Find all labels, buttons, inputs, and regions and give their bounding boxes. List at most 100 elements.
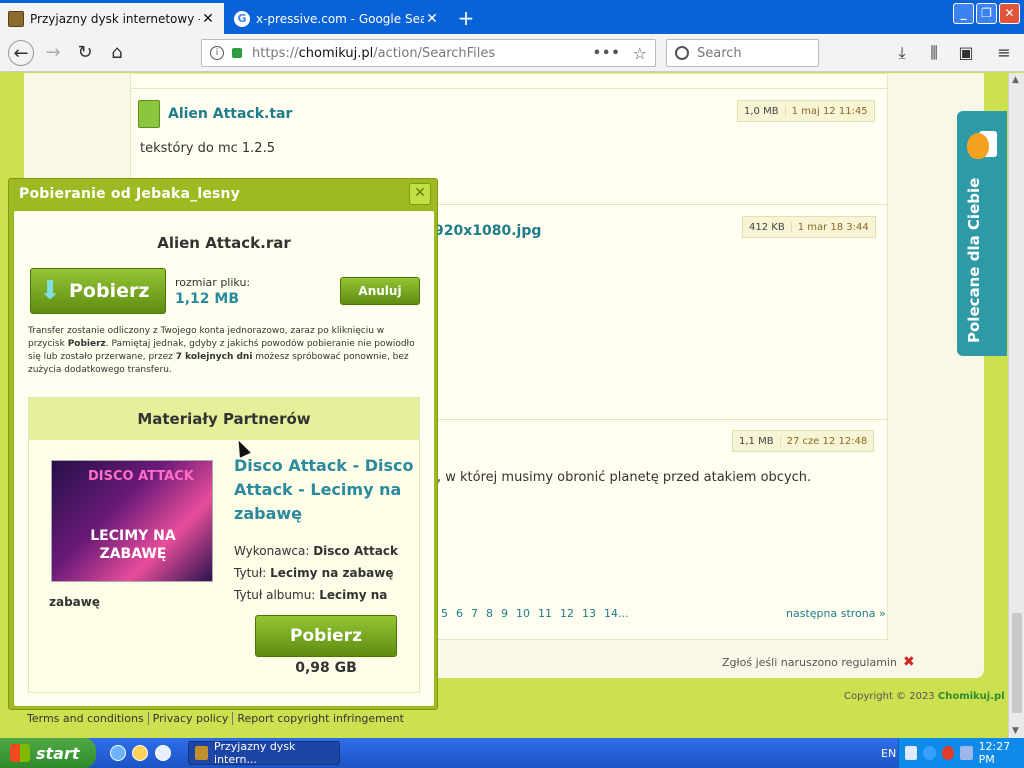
side-tab-label: Polecane dla Ciebie [965, 177, 983, 343]
downloads-icon[interactable]: ⤓ [889, 40, 915, 66]
close-window-button[interactable]: ✕ [999, 3, 1020, 24]
next-page-link[interactable]: następna strona » [786, 607, 886, 620]
song-album: Tytuł albumu: Lecimy na [234, 588, 387, 602]
page-link[interactable]: 9 [501, 607, 508, 620]
language-indicator[interactable]: EN [881, 747, 896, 760]
tray-expand-icon[interactable] [923, 746, 936, 760]
close-dialog-button[interactable]: ✕ [409, 183, 431, 205]
song-album-continued: zabawę [49, 595, 100, 609]
library-icon[interactable]: ⫼ [921, 40, 947, 66]
chomikuj-icon [195, 746, 209, 760]
back-button[interactable]: ← [8, 40, 34, 66]
restore-button[interactable]: ❐ [976, 3, 997, 24]
start-button[interactable]: start [0, 738, 96, 768]
navigation-toolbar: ← → ↻ ⌂ i https://chomikuj.pl/action/Sea… [0, 34, 1024, 72]
privacy-link[interactable]: Privacy policy [147, 712, 233, 725]
file-link-alien-attack-tar[interactable]: Alien Attack.tar [138, 100, 292, 128]
partner-materials: Materiały Partnerów DISCO ATTACK LECIMY … [28, 397, 420, 693]
scrollbar-thumb[interactable] [1012, 613, 1022, 713]
url-prefix: https:// [252, 45, 299, 61]
row-divider [131, 88, 887, 89]
terms-link[interactable]: Terms and conditions [27, 712, 148, 725]
download-button-label: Pobierz [69, 280, 150, 302]
bookmark-star-icon[interactable]: ☆ [633, 44, 647, 63]
taskbar-item-label: Przyjazny dysk intern... [214, 740, 296, 766]
close-tab-icon[interactable]: ✕ [200, 11, 216, 27]
file-date: 27 cze 12 12:48 [786, 435, 868, 447]
info-icon[interactable]: i [210, 46, 224, 60]
new-tab-button[interactable]: + [452, 6, 480, 30]
windows-logo-icon [10, 744, 30, 762]
partner-download-button[interactable]: Pobierz [255, 615, 397, 657]
keyboard-icon[interactable] [905, 746, 918, 760]
page-actions-icon[interactable]: ••• [593, 46, 621, 61]
page-link[interactable]: 7 [471, 607, 478, 620]
search-placeholder: Search [697, 45, 742, 61]
lock-icon [232, 48, 242, 58]
file-name[interactable]: Alien Attack.tar [168, 106, 292, 122]
notice-bold: Pobierz [67, 339, 106, 349]
antivirus-icon[interactable] [941, 746, 955, 760]
file-meta: 1,1 MB 27 cze 12 12:48 [732, 430, 875, 452]
file-size-value: 1,12 MB [175, 291, 240, 307]
cancel-button[interactable]: Anuluj [340, 277, 420, 305]
search-input[interactable]: Search [666, 39, 819, 67]
home-button[interactable]: ⌂ [104, 40, 130, 66]
media-player-icon[interactable] [155, 745, 171, 761]
download-button[interactable]: ⬇ Pobierz [30, 268, 166, 314]
recommended-side-tab[interactable]: Polecane dla Ciebie [957, 111, 1007, 356]
meta-label: Tytuł: [234, 566, 267, 580]
partners-heading: Materiały Partnerów [29, 398, 419, 440]
song-title-link[interactable]: Disco Attack - Disco Attack - Lecimy na … [234, 454, 414, 526]
sidebar-icon[interactable]: ▣ [953, 40, 979, 66]
file-meta: 1,0 MB 1 maj 12 11:45 [737, 100, 875, 122]
page-link[interactable]: 6 [456, 607, 463, 620]
url-bar[interactable]: i https://chomikuj.pl/action/SearchFiles… [201, 39, 656, 67]
transfer-notice: Transfer zostanie odliczony z Twojego ko… [28, 325, 420, 377]
page-link[interactable]: 5 [441, 607, 448, 620]
report-copyright-link[interactable]: Report copyright infringement [232, 712, 408, 725]
file-description: tekstóry do mc 1.2.5 [140, 141, 275, 156]
brand-link[interactable]: Chomikuj.pl [938, 691, 1005, 702]
volume-icon[interactable] [960, 746, 973, 760]
menu-icon[interactable]: ≡ [991, 40, 1017, 66]
tab-google-search[interactable]: G x-pressive.com - Google Search ✕ [226, 3, 448, 34]
chomikuj-icon [8, 10, 24, 27]
taskbar-item-firefox[interactable]: Przyjazny dysk intern... [188, 740, 340, 766]
system-tray: 12:27 PM [898, 738, 1024, 768]
page-link[interactable]: 12 [560, 607, 574, 620]
meta-label: Tytuł albumu: [234, 588, 316, 602]
url-text[interactable]: https://chomikuj.pl/action/SearchFiles [252, 46, 593, 61]
reload-button[interactable]: ↻ [72, 40, 98, 66]
report-violation-link[interactable]: Zgłoś jeśli naruszono regulamin ✖ [722, 654, 915, 670]
forward-button[interactable]: → [40, 40, 66, 66]
download-filename: Alien Attack.rar [157, 234, 291, 252]
tab-chomikuj[interactable]: Przyjazny dysk internetowy - Chomikuj ✕ [0, 3, 224, 34]
file-date: 1 mar 18 3:44 [797, 221, 869, 233]
album-cover[interactable]: DISCO ATTACK LECIMY NA ZABAWĘ [51, 460, 213, 582]
download-arrow-icon: ⬇ [39, 276, 61, 306]
scroll-up-icon[interactable]: ▲ [1012, 75, 1019, 85]
copyright: Copyright © 2023 Chomikuj.pl [844, 691, 1005, 702]
tab-title: Przyjazny dysk internetowy - Chomikuj [30, 11, 200, 26]
file-date: 1 maj 12 11:45 [791, 105, 868, 117]
minimize-button[interactable]: _ [953, 3, 974, 24]
page-link[interactable]: 10 [516, 607, 530, 620]
scroll-down-icon[interactable]: ▼ [1012, 726, 1019, 736]
page-link[interactable]: 14... [604, 607, 629, 620]
page-link[interactable]: 11 [538, 607, 552, 620]
close-tab-icon[interactable]: ✕ [424, 11, 440, 27]
page-link[interactable]: 8 [486, 607, 493, 620]
download-dialog: Pobieranie od Jebaka_lesny ✕ Alien Attac… [8, 178, 438, 710]
internet-explorer-icon[interactable] [110, 745, 126, 761]
archive-file-icon [138, 100, 160, 128]
file-size-label: rozmiar pliku: [175, 276, 251, 289]
page-link[interactable]: 13 [582, 607, 596, 620]
album-cover-text: LECIMY NA ZABAWĘ [90, 528, 176, 562]
report-text: Zgłoś jeśli naruszono regulamin [722, 655, 897, 669]
file-name[interactable]: 920x1080.jpg [434, 223, 541, 239]
quick-launch-icon[interactable] [132, 745, 148, 761]
page-scrollbar[interactable]: ▲ ▼ [1008, 73, 1024, 738]
dialog-body: Alien Attack.rar ⬇ Pobierz rozmiar pliku… [14, 211, 434, 706]
url-path: /action/SearchFiles [373, 45, 496, 61]
